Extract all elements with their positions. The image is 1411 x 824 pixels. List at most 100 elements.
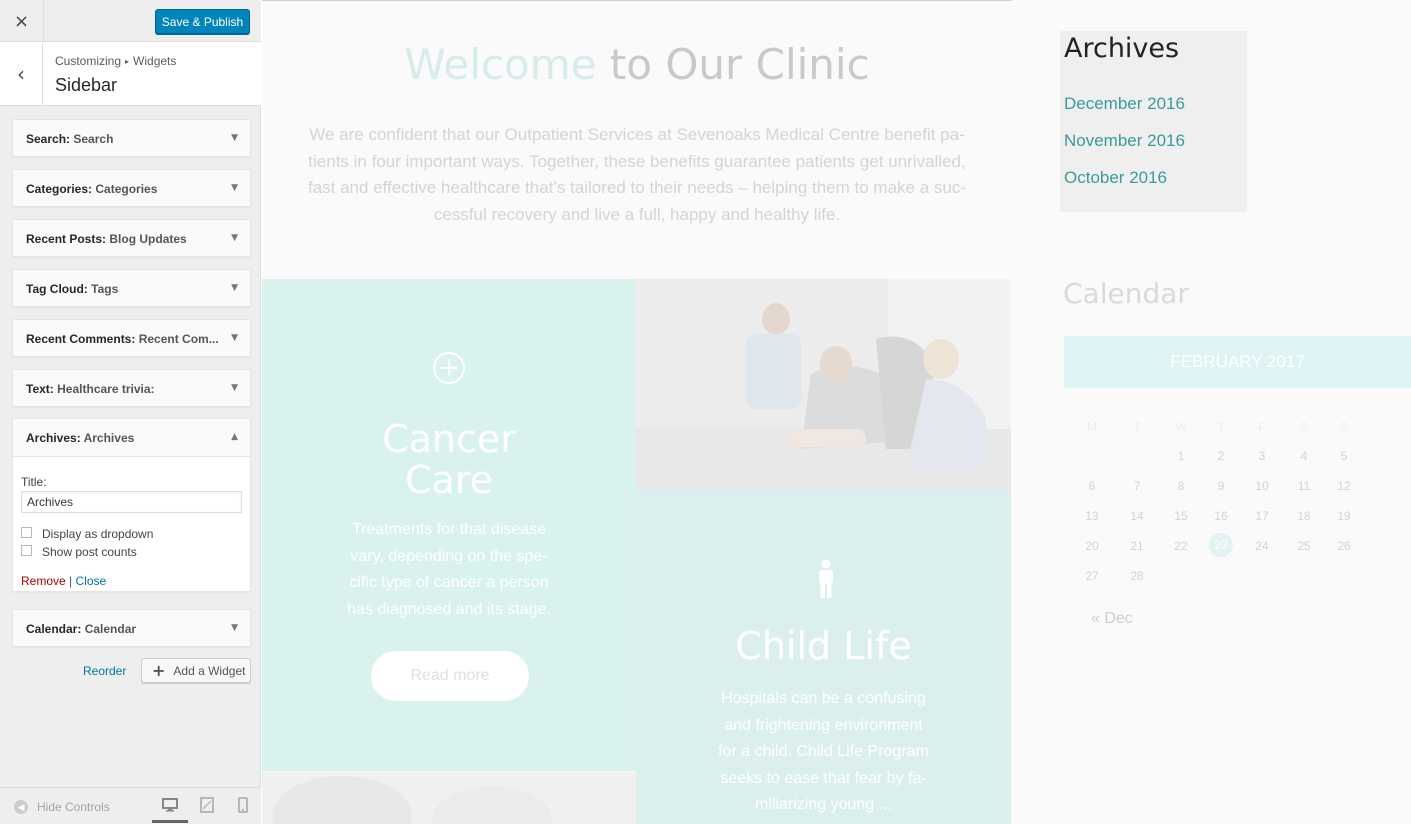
calendar-weekday: W (1175, 420, 1187, 434)
desktop-preview-icon[interactable] (162, 797, 178, 813)
archive-link[interactable]: November 2016 (1064, 131, 1185, 151)
intro-line: fast and effective healthcare that’s tai… (307, 178, 967, 197)
cancer-text-line: cific type of cancer a person (349, 574, 549, 591)
calendar-month: FEBRUARY 2017 (1064, 336, 1411, 388)
widget-archives-header[interactable]: Archives: Archives ▲ (13, 419, 250, 457)
widget-name: Blog Updates (109, 232, 187, 246)
widget-recent-posts[interactable]: Recent Posts: Blog Updates ▼ (12, 219, 251, 257)
dropdown-label: Display as dropdown (42, 527, 154, 541)
calendar-day: 24 (1255, 539, 1269, 553)
widget-name: Search (73, 132, 114, 146)
child-text-line: seeks to ease that fear by fa- (720, 769, 927, 787)
calendar-day: 21 (1130, 539, 1144, 553)
widget-type: Calendar (26, 622, 78, 636)
hide-controls-button[interactable]: ◀ Hide Controls (14, 800, 110, 814)
post-counts-checkbox[interactable] (21, 544, 32, 556)
calendar-heading: Calendar (1063, 277, 1189, 310)
breadcrumb-root: Customizing (55, 54, 122, 68)
widget-title: Tag Cloud: Tags (26, 282, 119, 296)
calendar-day: 18 (1297, 509, 1311, 523)
widget-type: Text (26, 382, 50, 396)
widget-text[interactable]: Text: Healthcare trivia: ▼ (12, 369, 251, 407)
widget-name: Tags (91, 282, 119, 296)
welcome-rest: to Our Clinic (596, 40, 870, 89)
hide-controls-label: Hide Controls (37, 800, 110, 814)
divider (262, 0, 1012, 1)
widget-name: Recent Com... (138, 332, 219, 346)
collapse-arrow-icon[interactable]: ▲ (231, 432, 238, 442)
expand-arrow-icon[interactable]: ▼ (231, 283, 238, 293)
plus-circle-icon: + (433, 352, 465, 384)
cancer-care-card: + Cancer Care Treatments for that diseas… (262, 279, 636, 771)
widget-type: Recent Comments (26, 332, 132, 346)
family-photo (262, 771, 636, 824)
child-life-title: Child Life (735, 624, 912, 668)
widget-type: Tag Cloud (26, 282, 84, 296)
welcome-heading: Welcome to Our Clinic (262, 40, 1012, 89)
calendar-day: 11 (1297, 479, 1311, 493)
cancer-title-line2: Care (405, 458, 493, 502)
calendar-day: 1 (1177, 449, 1185, 463)
dropdown-option[interactable]: Display as dropdown (21, 526, 154, 541)
add-widget-button[interactable]: + Add a Widget (141, 658, 251, 683)
save-publish-button[interactable]: Save & Publish (155, 9, 250, 34)
calendar-day: 27 (1085, 569, 1099, 583)
post-counts-option[interactable]: Show post counts (21, 544, 137, 559)
back-button[interactable]: ‹ (0, 42, 43, 105)
widget-tag-cloud[interactable]: Tag Cloud: Tags ▼ (12, 269, 251, 307)
widget-name: Healthcare trivia: (57, 382, 155, 396)
expand-arrow-icon[interactable]: ▼ (231, 183, 238, 193)
section-header: ‹ Customizing ▸ Widgets Sidebar (0, 42, 261, 106)
widget-title: Categories: Categories (26, 182, 158, 196)
section-title: Sidebar (55, 75, 118, 95)
calendar-day: 17 (1255, 509, 1269, 523)
widget-calendar[interactable]: Calendar: Calendar ▼ (12, 609, 251, 647)
cancer-title-line1: Cancer (382, 417, 516, 461)
archive-link[interactable]: October 2016 (1064, 168, 1167, 188)
child-text-line: for a child. Child Life Program (718, 743, 929, 760)
calendar-day: 26 (1337, 539, 1351, 553)
mobile-preview-icon[interactable] (235, 797, 251, 813)
reorder-link[interactable]: Reorder (83, 664, 126, 678)
plus-icon: + (152, 661, 166, 680)
widget-recent-comments[interactable]: Recent Comments: Recent Com... ▼ (12, 319, 251, 357)
cancer-text-line: has diagnosed and its stage. (347, 600, 551, 618)
widget-categories[interactable]: Categories: Categories ▼ (12, 169, 251, 207)
close-link[interactable]: Close (76, 574, 107, 588)
breadcrumb-arrow-icon: ▸ (125, 57, 130, 66)
child-text-line: miliarizing young ... (755, 796, 892, 813)
intro-line: cessful recovery and live a full, happy … (433, 204, 841, 224)
calendar-weekday: S (1299, 420, 1308, 434)
calendar-day: 16 (1214, 509, 1228, 523)
person-icon (819, 559, 833, 598)
expand-arrow-icon[interactable]: ▼ (231, 133, 238, 143)
widget-title: Recent Comments: Recent Com... (26, 332, 219, 346)
widget-title: Archives: Archives (26, 431, 135, 445)
widget-title: Calendar: Calendar (26, 622, 137, 636)
tablet-preview-icon[interactable] (199, 797, 215, 813)
title-input[interactable] (21, 491, 242, 513)
widget-actions: Remove | Close (21, 574, 106, 588)
widget-archives: Archives: Archives ▲ Title: Display as d… (12, 418, 251, 592)
read-more-button[interactable]: Read more (371, 651, 529, 701)
calendar-prev-link[interactable]: « Dec (1091, 610, 1133, 628)
child-life-text: Hospitals can be a confusing and frighte… (676, 686, 971, 819)
expand-arrow-icon[interactable]: ▼ (231, 623, 238, 633)
intro-paragraph: We are confident that our Outpatient Ser… (290, 122, 984, 228)
customizer-sidebar: × Save & Publish ‹ Customizing ▸ Widgets S… (0, 0, 261, 824)
widget-search[interactable]: Search: Search ▼ (12, 119, 251, 157)
customizer-header: × Save & Publish (0, 0, 261, 42)
widget-name: Archives (83, 431, 135, 445)
expand-arrow-icon[interactable]: ▼ (231, 233, 238, 243)
expand-arrow-icon[interactable]: ▼ (231, 333, 238, 343)
archive-link[interactable]: December 2016 (1064, 94, 1185, 114)
archives-heading: Archives (1064, 33, 1180, 64)
calendar-today: 23 (1209, 533, 1233, 557)
dropdown-checkbox[interactable] (21, 526, 32, 538)
calendar-day: 19 (1337, 509, 1351, 523)
remove-link[interactable]: Remove (21, 574, 66, 588)
close-customizer-button[interactable]: × (0, 0, 44, 42)
calendar-grid: M T W T F S S 1 2 3 4 5 6 7 8 9 10 11 12 13 14 15 16 17 18 19 20 21… (1064, 410, 1411, 640)
expand-arrow-icon[interactable]: ▼ (231, 383, 238, 393)
calendar-day: 9 (1217, 479, 1225, 493)
